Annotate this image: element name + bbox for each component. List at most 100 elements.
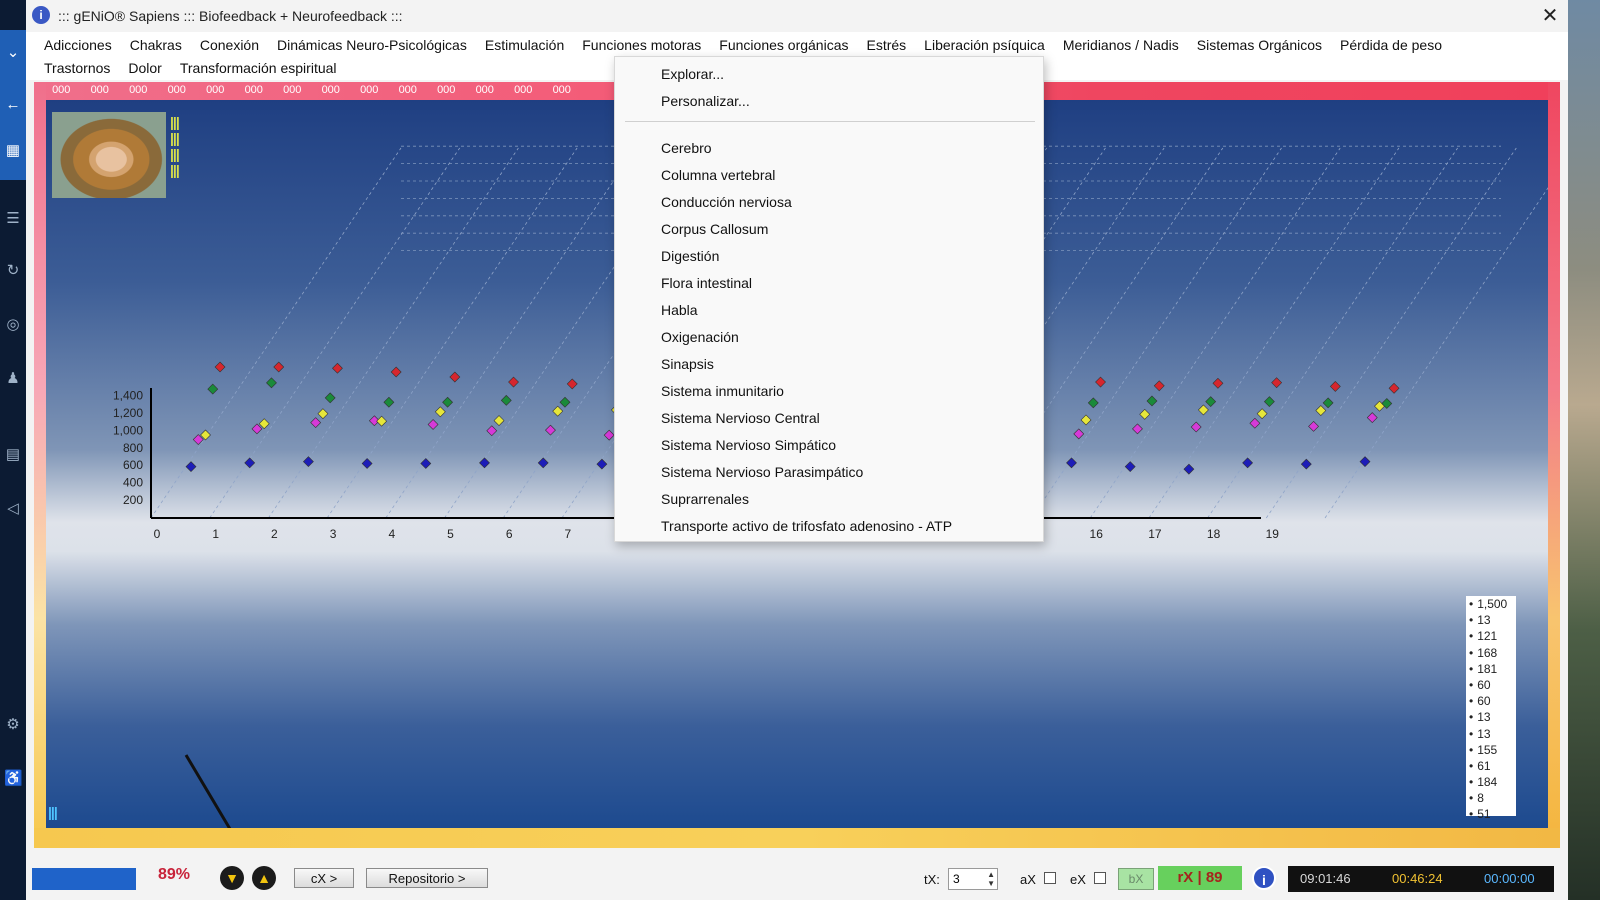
cx-button[interactable]: cX > [294, 868, 354, 888]
data-point [552, 405, 564, 417]
data-point [383, 396, 395, 408]
menu-liberacion[interactable]: Liberación psíquica [914, 37, 1053, 53]
data-point [251, 423, 263, 435]
menu-item[interactable]: Cerebro [661, 138, 712, 158]
tx-spinner[interactable]: 3 ▲ ▼ [948, 868, 998, 890]
menu-funciones-organicas[interactable]: Funciones orgánicas [709, 37, 856, 53]
info-icon[interactable]: i [1252, 866, 1276, 890]
bottom-series-line [184, 754, 232, 828]
menu-chakras[interactable]: Chakras [120, 37, 190, 53]
menu-item[interactable]: Digestión [661, 246, 719, 266]
menu-item[interactable]: Sistema Nervioso Central [661, 408, 820, 428]
code-value: 000 [398, 84, 417, 96]
menu-funciones-motoras[interactable]: Funciones motoras [572, 37, 709, 53]
x-tick-label: 17 [1148, 527, 1162, 541]
x-tick-label: 4 [388, 527, 395, 541]
percent-label: 89% [158, 866, 191, 883]
legend-value: 1,500 [1466, 596, 1516, 612]
legend-value: 51 [1466, 806, 1516, 822]
menu-item[interactable]: Sistema Nervioso Parasimpático [661, 462, 863, 482]
x-tick-label: 2 [271, 527, 278, 541]
triangle-up-button[interactable]: ▲ [252, 866, 276, 890]
menu-item[interactable]: Sistema inmunitario [661, 381, 784, 401]
bx-button[interactable]: bX [1118, 868, 1154, 890]
repositorio-button[interactable]: Repositorio > [366, 868, 488, 888]
menu-item[interactable]: Conducción nerviosa [661, 192, 792, 212]
menu-item[interactable]: Habla [661, 300, 698, 320]
ex-checkbox[interactable] [1094, 872, 1106, 884]
legend-value: 8 [1466, 790, 1516, 806]
calendar-icon[interactable]: ▤ [4, 446, 22, 464]
y-tick-label: 1,000 [113, 423, 143, 437]
list-icon[interactable]: ☰ [4, 210, 22, 228]
x-tick-label: 6 [506, 527, 513, 541]
refresh-icon[interactable]: ↻ [4, 262, 22, 280]
menu-trastornos[interactable]: Trastornos [34, 60, 118, 76]
session-timer: 00:46:24 [1392, 871, 1443, 886]
data-point [258, 418, 270, 430]
chevron-down-icon[interactable]: ⌄ [4, 44, 22, 62]
data-point [1322, 397, 1334, 409]
code-value: 000 [552, 84, 571, 96]
menu-item[interactable]: Sistema Nervioso Simpático [661, 435, 836, 455]
spinner-arrows-icon[interactable]: ▲ ▼ [987, 870, 995, 888]
menu-perdida-peso[interactable]: Pérdida de peso [1330, 37, 1450, 53]
menu-transformacion[interactable]: Transformación espiritual [170, 60, 345, 76]
accessibility-icon[interactable]: ♿ [4, 770, 23, 788]
menu-dinamicas[interactable]: Dinámicas Neuro-Psicológicas [267, 37, 475, 53]
menu-item[interactable]: Suprarrenales [661, 489, 749, 509]
data-point [376, 415, 388, 427]
chat-icon[interactable]: ◎ [4, 316, 22, 334]
data-point [434, 406, 446, 418]
data-point [1139, 408, 1151, 420]
code-value: 000 [514, 84, 533, 96]
menu-item-personalizar[interactable]: Personalizar... [661, 91, 750, 111]
data-point [1197, 404, 1209, 416]
people-icon[interactable]: ♟ [4, 370, 22, 388]
menu-meridianos[interactable]: Meridianos / Nadis [1053, 37, 1187, 53]
menu-item[interactable]: Flora intestinal [661, 273, 752, 293]
title-bar: i ::: gENiO® Sapiens ::: Biofeedback + N… [26, 0, 1568, 32]
triangle-down-button[interactable]: ▼ [220, 866, 244, 890]
megaphone-icon[interactable]: ◁ [4, 500, 22, 518]
menu-item[interactable]: Corpus Callosum [661, 219, 768, 239]
code-strip: 000 000 000 000 000 000 000 000 000 000 000 000 000 0… [42, 84, 581, 96]
menu-estimulacion[interactable]: Estimulación [475, 37, 572, 53]
desktop-left-edge: ⌄ ← ▦ ☰ ↻ ◎ ♟ ▤ ◁ ⚙ ♿ [0, 0, 26, 900]
data-point [559, 396, 571, 408]
progress-bar [32, 868, 136, 890]
close-icon[interactable]: ✕ [1538, 4, 1562, 28]
app-window: i ::: gENiO® Sapiens ::: Biofeedback + N… [26, 0, 1568, 900]
data-point [1271, 377, 1283, 389]
menu-estres[interactable]: Estrés [856, 37, 914, 53]
code-value: 000 [129, 84, 148, 96]
menu-item[interactable]: Sinapsis [661, 354, 714, 374]
menu-item[interactable]: Oxigenación [661, 327, 739, 347]
menu-adicciones[interactable]: Adicciones [34, 37, 120, 53]
gear-icon[interactable]: ⚙ [4, 716, 22, 734]
grid-icon[interactable]: ▦ [4, 142, 22, 160]
menu-dolor[interactable]: Dolor [118, 60, 169, 76]
back-arrow-icon[interactable]: ← [4, 96, 22, 114]
clock-time: 09:01:46 [1300, 871, 1351, 886]
legend-value: 13 [1466, 726, 1516, 742]
app-logo-icon: i [32, 6, 50, 24]
code-value: 000 [321, 84, 340, 96]
data-point [537, 457, 549, 469]
ex-label: eX [1070, 872, 1086, 887]
data-point [273, 361, 285, 373]
menu-conexion[interactable]: Conexión [190, 37, 267, 53]
ax-checkbox[interactable] [1044, 872, 1056, 884]
menu-item-explorar[interactable]: Explorar... [661, 64, 724, 84]
x-tick-label: 16 [1090, 527, 1104, 541]
rx-indicator[interactable]: rX | 89 [1158, 866, 1242, 890]
menu-item[interactable]: Transporte activo de trifosfato adenosin… [661, 516, 952, 536]
legend-value: 184 [1466, 774, 1516, 790]
data-point [317, 408, 329, 420]
menu-item[interactable]: Columna vertebral [661, 165, 775, 185]
data-point [1329, 380, 1341, 392]
code-value: 000 [167, 84, 186, 96]
legend-value: 168 [1466, 645, 1516, 661]
y-tick-label: 400 [123, 476, 143, 490]
menu-sistemas-organicos[interactable]: Sistemas Orgánicos [1187, 37, 1330, 53]
